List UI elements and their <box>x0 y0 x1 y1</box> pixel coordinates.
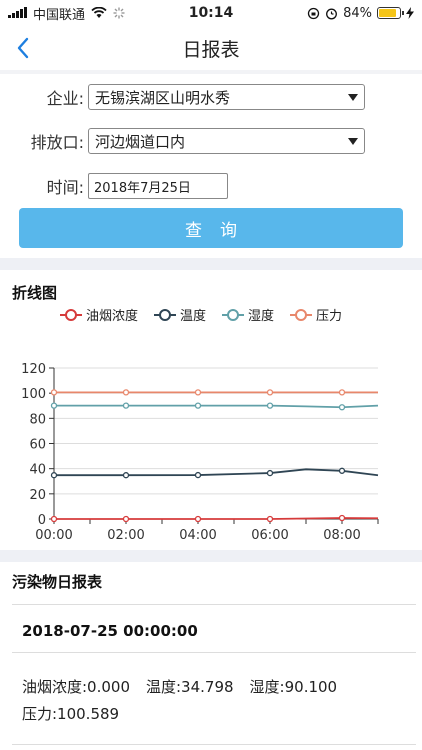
legend-swatch <box>60 308 82 321</box>
battery-icon <box>377 7 404 19</box>
y-tick-label: 20 <box>29 488 46 503</box>
humidity-value: 湿度:90.100 <box>249 678 338 696</box>
series-point <box>122 515 130 523</box>
legend-item[interactable]: 湿度 <box>222 305 274 324</box>
smoke-value: 油烟浓度:0.000 <box>22 678 130 696</box>
y-tick-label: 80 <box>29 412 46 427</box>
status-bar: 中国联通 10:14 84% <box>0 0 422 26</box>
y-tick-label: 40 <box>29 463 46 478</box>
divider-line <box>12 604 416 605</box>
legend-swatch <box>290 308 313 321</box>
outlet-row: 排放口: 河边烟道口内 <box>0 128 365 154</box>
alarm-icon <box>326 8 338 19</box>
company-value: 无锡滨湖区山明水秀 <box>95 88 231 107</box>
company-label: 企业: <box>46 89 84 108</box>
time-label: 时间: <box>46 178 84 197</box>
y-tick-label: 0 <box>38 513 46 528</box>
dropdown-arrow-icon <box>348 93 358 101</box>
legend-label: 湿度 <box>248 309 275 324</box>
legend-item[interactable]: 温度 <box>154 305 206 324</box>
report-entry-time[interactable]: 2018-07-25 00:00:00 <box>22 622 198 640</box>
section-divider <box>0 550 422 562</box>
legend-label: 压力 <box>316 309 343 324</box>
x-tick-label: 06:00 <box>251 528 288 543</box>
divider-line <box>12 652 416 653</box>
legend-label: 油烟浓度 <box>86 309 139 324</box>
chart-section-title: 折线图 <box>12 284 58 302</box>
series-point <box>122 402 130 409</box>
series-line <box>54 517 379 520</box>
page-title: 日报表 <box>182 38 240 61</box>
temp-value: 温度:34.798 <box>146 678 234 696</box>
series-point <box>338 514 346 522</box>
series-point <box>122 389 130 396</box>
back-button[interactable] <box>10 34 36 62</box>
legend-label: 温度 <box>180 309 207 324</box>
y-tick-label: 120 <box>21 362 46 377</box>
series-point <box>194 389 202 396</box>
dropdown-arrow-icon <box>348 137 358 145</box>
battery-percent: 84% <box>343 5 372 21</box>
series-point <box>266 515 274 523</box>
series-point <box>266 469 274 477</box>
legend-item[interactable]: 油烟浓度 <box>60 305 138 324</box>
series-point <box>50 515 58 523</box>
outlet-label: 排放口: <box>30 133 84 152</box>
report-values: 油烟浓度:0.000 温度:34.798 湿度:90.100 压力:100.589 <box>22 674 412 728</box>
date-input[interactable]: 2018年7月25日 <box>88 173 228 199</box>
pressure-value: 压力:100.589 <box>22 705 120 723</box>
x-tick-label: 00:00 <box>35 528 72 543</box>
signal-icon <box>8 7 27 18</box>
legend-swatch <box>154 308 177 321</box>
line-chart: 0 20 40 60 80 100 120 00:00 02:00 04:00 06:00 08:00 <box>21 362 379 543</box>
company-select[interactable]: 无锡滨湖区山明水秀 <box>88 84 365 110</box>
charging-icon <box>406 7 414 19</box>
rotation-lock-icon <box>307 7 320 19</box>
wifi-icon <box>91 7 107 18</box>
series-line <box>54 468 379 477</box>
series-point <box>50 472 58 479</box>
y-tick-label: 60 <box>29 438 46 453</box>
outlet-value: 河边烟道口内 <box>95 132 186 151</box>
series-point <box>194 471 202 479</box>
query-button[interactable]: 查询 <box>19 208 403 248</box>
report-section-title: 污染物日报表 <box>12 573 103 591</box>
time-row: 时间: 2018年7月25日 <box>0 173 228 199</box>
outlet-select[interactable]: 河边烟道口内 <box>88 128 365 154</box>
company-row: 企业: 无锡滨湖区山明水秀 <box>0 84 365 110</box>
legend-item[interactable]: 压力 <box>290 305 342 324</box>
divider-line <box>12 744 416 745</box>
series-point <box>338 467 346 474</box>
series-point <box>50 389 58 396</box>
legend-swatch <box>222 308 245 321</box>
carrier-name: 中国联通 <box>33 7 86 23</box>
query-form: 企业: 无锡滨湖区山明水秀 排放口: 河边烟道口内 时间: 2018年7月25日… <box>0 70 422 258</box>
series-point <box>50 402 58 409</box>
series-point <box>122 472 130 479</box>
section-divider <box>0 258 422 270</box>
chart-legend: 油烟浓度 温度 湿度 压力 <box>60 305 342 324</box>
nav-bar: 日报表 <box>0 26 422 70</box>
x-tick-label: 04:00 <box>179 528 216 543</box>
series-point <box>338 404 346 411</box>
chevron-left-icon <box>17 37 29 59</box>
x-tick-label: 02:00 <box>107 528 144 543</box>
series-point <box>338 389 346 396</box>
loading-icon <box>113 7 125 19</box>
series-line <box>54 404 379 409</box>
y-tick-label: 100 <box>21 387 46 402</box>
x-tick-label: 08:00 <box>323 528 360 543</box>
series-point <box>266 402 274 409</box>
series-point <box>194 515 202 523</box>
series-point <box>266 389 274 396</box>
series-point <box>194 402 202 409</box>
